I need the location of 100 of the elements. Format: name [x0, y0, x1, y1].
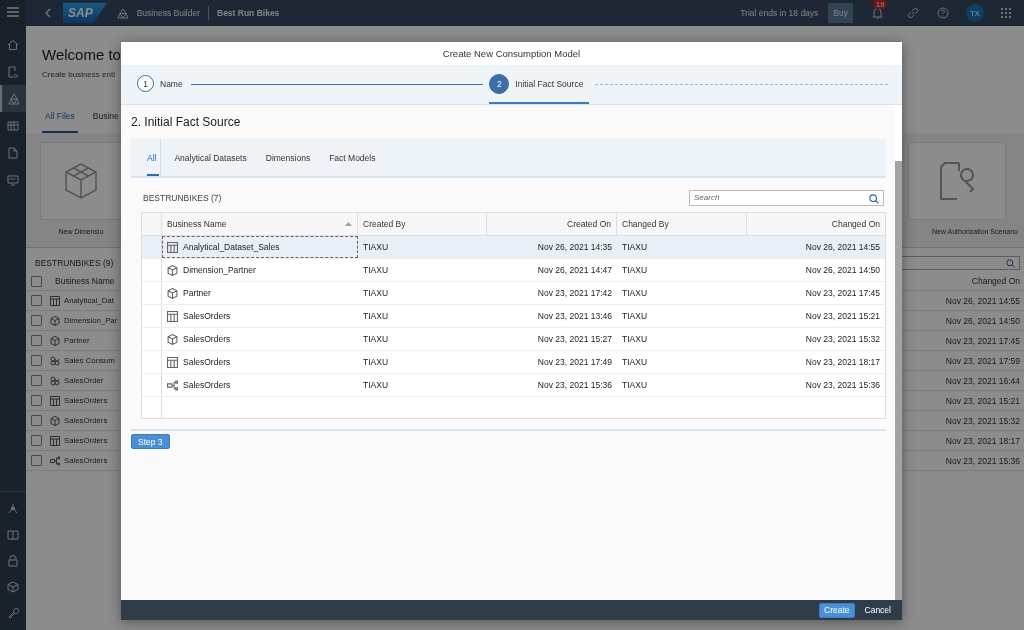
- cube-icon: [50, 415, 60, 426]
- table-cell-text: Nov 23, 2021 15:32: [804, 333, 881, 346]
- column-header[interactable]: Created By: [358, 213, 487, 235]
- checkbox[interactable]: [31, 295, 42, 306]
- table-cell-text: TIAXU: [621, 356, 649, 369]
- checkbox[interactable]: [31, 315, 42, 326]
- table-cell: Analytical_Dataset_Sales: [183, 242, 280, 252]
- page-subtitle: Create business enti: [42, 70, 115, 79]
- table-cell: Nov 23, 2021 16:44: [945, 375, 1020, 386]
- column-header[interactable]: Created On: [487, 213, 617, 235]
- network-icon: [116, 7, 129, 19]
- filter-tab[interactable]: Fact Models: [323, 139, 382, 176]
- table-row[interactable]: SalesOrders TIAXU Nov 23, 2021 15:27 TIAXU Nov 23, 2021 15:32: [142, 328, 885, 351]
- checkbox[interactable]: [31, 395, 42, 406]
- table-row[interactable]: SalesOrders TIAXU Nov 23, 2021 17:49 TIAXU Nov 23, 2021 18:17: [142, 351, 885, 374]
- table-cell-text: TIAXU: [362, 264, 390, 277]
- table-cell: Nov 23, 2021 15:32: [945, 415, 1020, 426]
- lock-icon[interactable]: [7, 555, 19, 567]
- document-icon[interactable]: [7, 146, 19, 159]
- table-cell-text: Nov 26, 2021 14:35: [536, 241, 613, 254]
- book-icon[interactable]: [7, 529, 19, 541]
- trial-notice: Trial ends in 18 days: [740, 8, 819, 18]
- table-cell: Nov 26, 2021 14:55: [945, 295, 1020, 306]
- flow-icon: [50, 455, 60, 466]
- help-icon[interactable]: [937, 7, 949, 19]
- wizard-step[interactable]: 1 Name: [135, 65, 185, 104]
- column-header[interactable]: Changed On: [971, 276, 1020, 286]
- wizard-step[interactable]: 2 Initial Fact Source: [489, 65, 590, 104]
- table-row[interactable]: Dimension_Partner TIAXU Nov 26, 2021 14:47 TIAXU Nov 26, 2021 14:50: [142, 259, 885, 282]
- checkbox[interactable]: [31, 335, 42, 346]
- table-icon[interactable]: [7, 119, 19, 132]
- table-row[interactable]: Analytical_Dataset_Sales TIAXU Nov 26, 2021 14:35 TIAXU Nov 26, 2021 14:55: [142, 236, 885, 259]
- cancel-button[interactable]: Cancel: [860, 602, 895, 618]
- create-tile[interactable]: [40, 142, 122, 220]
- table-row[interactable]: SalesOrders TIAXU Nov 23, 2021 13:46 TIAXU Nov 23, 2021 15:21: [142, 305, 885, 328]
- key-document-icon: [939, 161, 975, 201]
- table-row[interactable]: SalesOrders TIAXU Nov 23, 2021 15:36 TIAXU Nov 23, 2021 15:36: [142, 374, 885, 397]
- column-header[interactable]: Business Name: [162, 213, 358, 235]
- table-cell-text: TIAXU: [362, 379, 390, 392]
- table-cell: Nov 23, 2021 17:45: [945, 335, 1020, 346]
- filter-tab[interactable]: Analytical Datasets: [168, 139, 253, 176]
- back-icon[interactable]: [44, 8, 51, 18]
- checkbox[interactable]: [31, 275, 42, 287]
- network-icon[interactable]: [8, 92, 20, 105]
- hierarchy-icon[interactable]: [7, 503, 19, 515]
- table-cell: SalesOrders: [183, 380, 231, 390]
- document-search-icon[interactable]: [7, 65, 19, 78]
- sort-ascending-icon[interactable]: [345, 221, 352, 227]
- filter-tab[interactable]: Dimensions: [259, 139, 317, 176]
- table-title: BESTRUNBIKES (9): [35, 258, 114, 268]
- monitor-icon[interactable]: [7, 173, 19, 186]
- column-header[interactable]: Business Name: [55, 276, 115, 286]
- table-cell-text: Nov 23, 2021 13:46: [536, 310, 613, 323]
- table-cell: Nov 23, 2021 18:17: [945, 435, 1020, 446]
- table-cell-text: Nov 26, 2021 14:50: [804, 264, 881, 277]
- create-tile[interactable]: [908, 142, 1006, 220]
- checkbox[interactable]: [31, 435, 42, 446]
- cube-icon: [167, 333, 178, 345]
- table-cell: Nov 26, 2021 14:50: [945, 315, 1020, 326]
- cube-icon: [167, 264, 178, 276]
- table-icon: [50, 435, 60, 446]
- wrench-icon[interactable]: [7, 607, 19, 619]
- space-title: Best Run Bikes: [217, 8, 280, 18]
- table-icon: [167, 241, 178, 253]
- column-header[interactable]: Changed By: [617, 213, 747, 235]
- table-cell-text: Nov 26, 2021 14:55: [804, 241, 881, 254]
- table-cell: SalesOrders: [183, 357, 231, 367]
- table-cell-text: TIAXU: [621, 379, 649, 392]
- scrollbar[interactable]: [895, 161, 902, 600]
- column-header[interactable]: Changed On: [747, 213, 885, 235]
- app-grid-icon[interactable]: [1001, 8, 1011, 18]
- table-cell-text: TIAXU: [362, 356, 390, 369]
- checkbox[interactable]: [31, 355, 42, 366]
- checkbox[interactable]: [31, 375, 42, 386]
- table-icon: [167, 310, 178, 322]
- cube-icon: [167, 287, 178, 299]
- checkbox[interactable]: [31, 455, 42, 466]
- table-cell: Nov 23, 2021 17:59: [945, 355, 1020, 366]
- search-icon[interactable]: [869, 193, 879, 204]
- page-tab[interactable]: Busine: [89, 111, 122, 133]
- table-cell-text: Nov 23, 2021 15:36: [536, 379, 613, 392]
- checkbox[interactable]: [31, 415, 42, 426]
- table-cell: SalesOrders: [183, 311, 231, 321]
- search-icon[interactable]: [1006, 258, 1015, 268]
- table-cell-text: TIAXU: [621, 264, 649, 277]
- table-cell-text: TIAXU: [621, 310, 649, 323]
- table-row[interactable]: Partner TIAXU Nov 23, 2021 17:42 TIAXU Nov 23, 2021 17:45: [142, 282, 885, 305]
- menu-icon[interactable]: [7, 7, 19, 17]
- search-field[interactable]: Search: [689, 189, 884, 206]
- search-field[interactable]: [899, 256, 1020, 270]
- bell-icon[interactable]: [872, 7, 883, 19]
- link-icon[interactable]: [907, 7, 919, 19]
- home-icon[interactable]: [7, 38, 19, 51]
- table-cell-text: Nov 23, 2021 15:21: [804, 310, 881, 323]
- cube-icon: [50, 335, 60, 346]
- gears-icon: [50, 375, 60, 386]
- page-title: Welcome to: [42, 46, 121, 63]
- table-cell-text: TIAXU: [362, 287, 390, 300]
- app-title: Business Builder: [136, 8, 200, 18]
- cube-icon[interactable]: [7, 581, 19, 593]
